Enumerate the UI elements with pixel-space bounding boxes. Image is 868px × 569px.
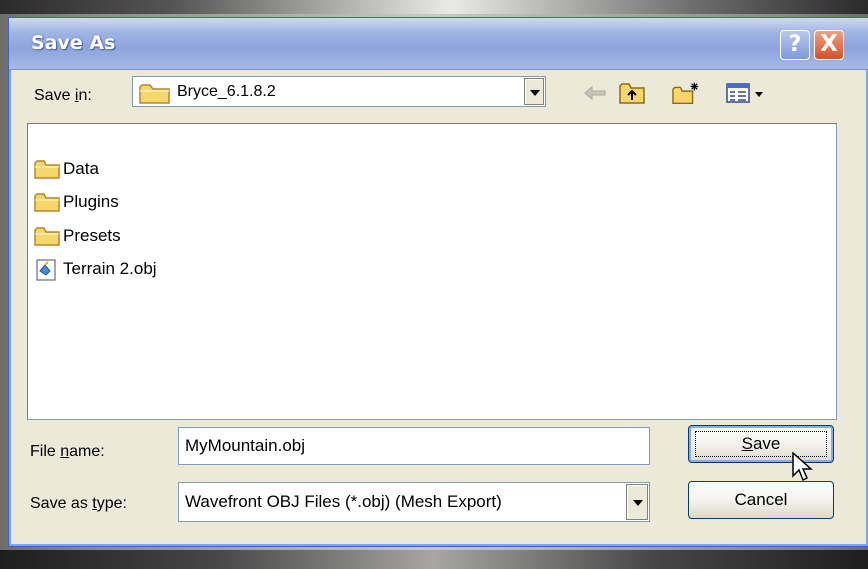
view-menu-button[interactable] (725, 80, 767, 106)
file-list[interactable]: Data Plugins Presets Terrain 2.obj (27, 123, 837, 420)
back-arrow-icon (584, 85, 606, 101)
new-folder-icon (672, 82, 699, 104)
desktop-background-bottom (0, 550, 868, 569)
file-name: Presets (63, 226, 121, 245)
save-as-type-dropdown[interactable]: Wavefront OBJ Files (*.obj) (Mesh Export… (178, 482, 650, 522)
chevron-down-icon[interactable] (524, 78, 544, 105)
obj-file-icon (34, 259, 60, 281)
save-in-dropdown[interactable]: Bryce_6.1.8.2 (132, 76, 546, 107)
title-bar[interactable]: Save As ? X (9, 18, 868, 70)
save-button-label: Save (741, 434, 781, 453)
selected-file-type: Wavefront OBJ Files (*.obj) (Mesh Export… (185, 492, 502, 511)
folder-icon (34, 159, 60, 179)
folder-icon (139, 82, 171, 109)
file-name: Data (63, 159, 99, 178)
create-new-folder-button[interactable] (672, 80, 700, 106)
close-button[interactable]: X (814, 30, 844, 60)
up-one-level-icon (619, 83, 645, 104)
list-item[interactable]: Terrain 2.obj (34, 257, 157, 281)
file-name-label: File name: (30, 443, 105, 460)
file-name: Plugins (63, 192, 119, 211)
file-name-input[interactable]: MyMountain.obj (178, 427, 650, 465)
dialog-title: Save As (31, 32, 116, 54)
up-one-level-button[interactable] (618, 80, 646, 106)
help-button[interactable]: ? (780, 30, 810, 60)
view-menu-icon (726, 83, 763, 103)
mouse-cursor-icon (792, 451, 814, 489)
back-button[interactable] (581, 80, 609, 106)
list-item[interactable]: Plugins (34, 190, 119, 214)
list-item[interactable]: Data (34, 157, 99, 181)
file-name: Terrain 2.obj (63, 259, 157, 278)
save-as-type-label: Save as type: (30, 495, 127, 512)
chevron-down-icon[interactable] (626, 484, 648, 520)
folder-icon (34, 192, 60, 212)
save-in-label: Save in: (34, 87, 92, 104)
current-folder-name: Bryce_6.1.8.2 (177, 83, 276, 100)
folder-icon (34, 226, 60, 246)
list-item[interactable]: Presets (34, 224, 121, 248)
desktop-background-top (0, 0, 868, 14)
